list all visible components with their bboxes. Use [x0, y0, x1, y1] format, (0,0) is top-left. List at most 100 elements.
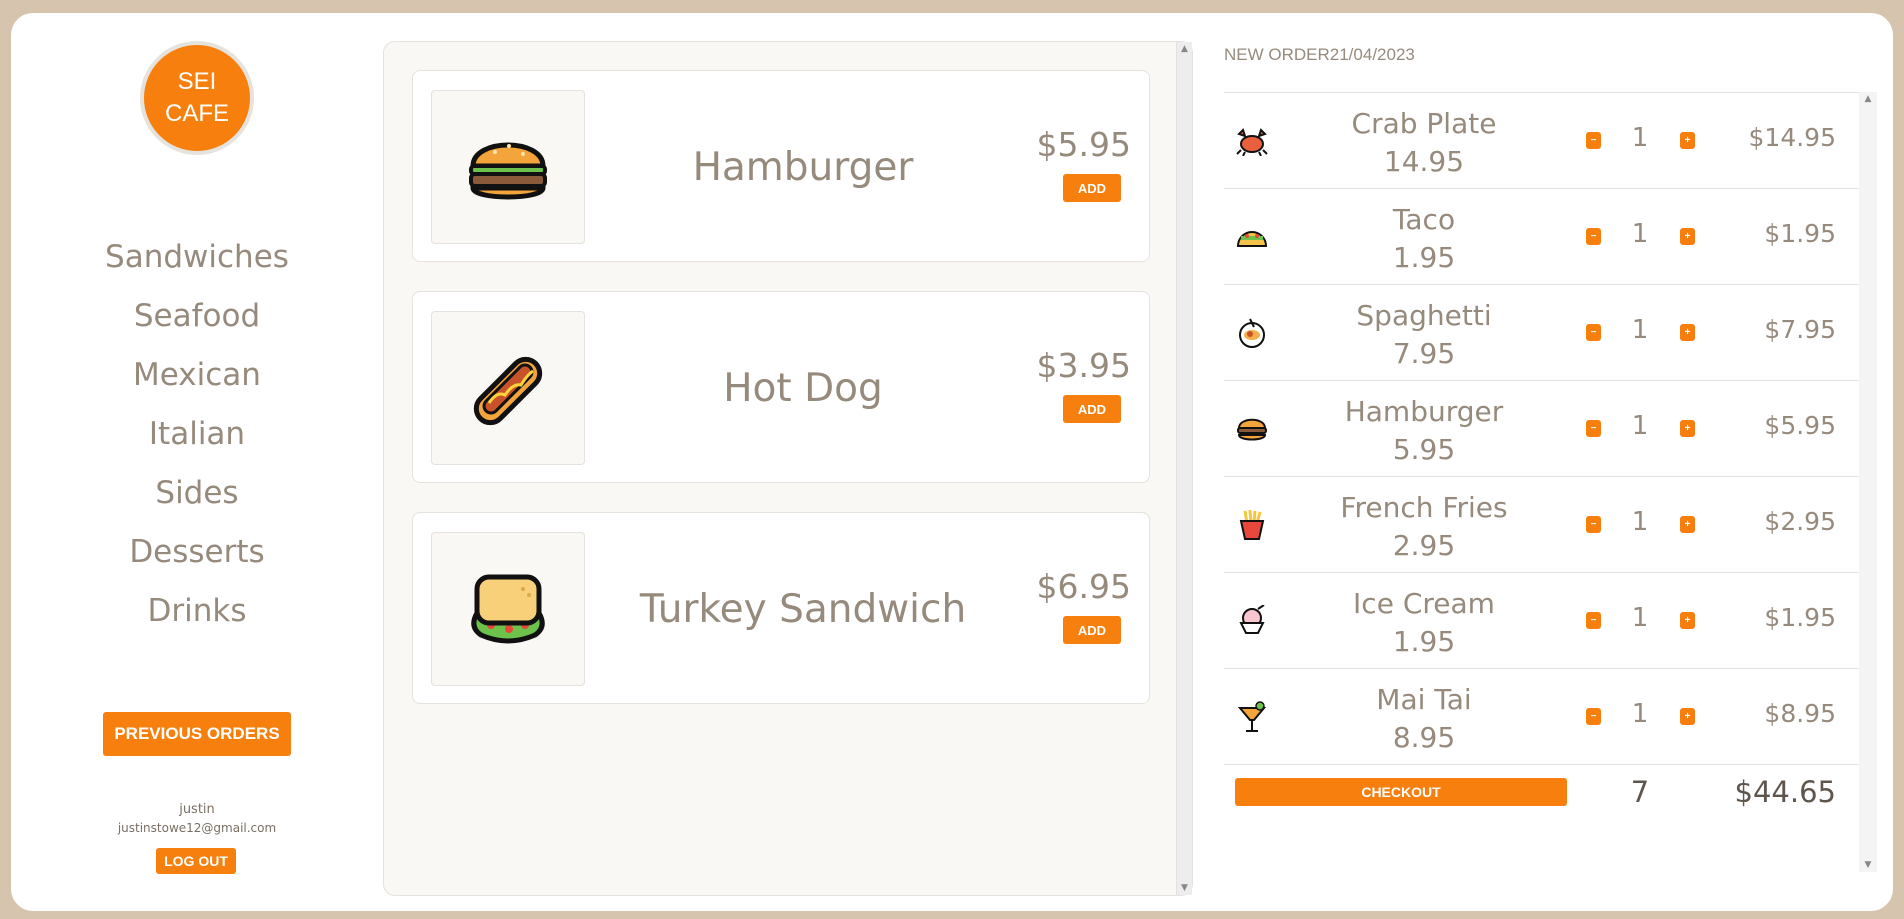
category-italian[interactable]: Italian: [71, 404, 323, 463]
order-item-name: Hamburger: [1344, 395, 1504, 428]
hamburger-icon: [469, 142, 547, 200]
order-item-unit-price: 7.95: [1392, 337, 1456, 370]
order-line-item: French Fries 2.95 − 1 + $2.95: [1224, 477, 1859, 573]
add-turkey-sandwich-button[interactable]: ADD: [1063, 616, 1121, 644]
menu-item-name: Hot Dog: [723, 365, 883, 411]
increase-qty-button[interactable]: +: [1680, 324, 1695, 341]
checkout-button[interactable]: CHECKOUT: [1235, 778, 1567, 806]
category-sides[interactable]: Sides: [71, 463, 323, 522]
menu-scroll-thumb[interactable]: [1179, 58, 1190, 878]
menu-panel: Hamburger $5.95 ADD Hot Dog $3.95 ADD Tu…: [383, 41, 1193, 896]
order-list: Crab Plate 14.95 − 1 + $14.95 Taco 1.95 …: [1224, 92, 1859, 872]
decrease-qty-button[interactable]: −: [1586, 420, 1601, 437]
order-line-item: Ice Cream 1.95 − 1 + $1.95: [1224, 573, 1859, 669]
crab-icon: [1234, 123, 1270, 159]
order-line-item: Spaghetti 7.95 − 1 + $7.95: [1224, 285, 1859, 381]
logout-button[interactable]: LOG OUT: [156, 848, 236, 874]
category-nav: Sandwiches Seafood Mexican Italian Sides…: [71, 227, 323, 640]
user-name: justin: [179, 802, 215, 817]
menu-item-card: Turkey Sandwich $6.95 ADD: [412, 512, 1150, 704]
order-line-item: Taco 1.95 − 1 + $1.95: [1224, 189, 1859, 285]
scroll-up-icon[interactable]: ▲: [1859, 94, 1877, 104]
menu-scrollbar[interactable]: ▲ ▼: [1176, 42, 1192, 895]
category-seafood[interactable]: Seafood: [71, 286, 323, 345]
scroll-down-icon[interactable]: ▼: [1177, 883, 1192, 893]
order-item-qty: 1: [1631, 507, 1649, 537]
decrease-qty-button[interactable]: −: [1586, 132, 1601, 149]
order-item-unit-price: 1.95: [1392, 625, 1456, 658]
increase-qty-button[interactable]: +: [1680, 612, 1695, 629]
menu-item-image: [431, 311, 585, 465]
order-item-total: $8.95: [1764, 699, 1836, 728]
order-item-unit-price: 2.95: [1392, 529, 1456, 562]
logo-line-2: CAFE: [164, 100, 229, 127]
order-item-unit-price: 5.95: [1392, 433, 1456, 466]
cafe-logo: SEI CAFE: [140, 41, 254, 155]
menu-item-price: $6.95: [1036, 567, 1131, 606]
menu-item-card: Hot Dog $3.95 ADD: [412, 291, 1150, 483]
order-line-item: Mai Tai 8.95 − 1 + $8.95: [1224, 669, 1859, 765]
scroll-up-icon[interactable]: ▲: [1177, 44, 1192, 54]
user-email: justinstowe12@gmail.com: [117, 821, 277, 835]
order-item-unit-price: 8.95: [1392, 721, 1456, 754]
order-item-name: Mai Tai: [1376, 683, 1472, 716]
add-hamburger-button[interactable]: ADD: [1063, 174, 1121, 202]
increase-qty-button[interactable]: +: [1680, 516, 1695, 533]
sandwich-icon: [471, 574, 545, 644]
order-item-name: Crab Plate: [1351, 107, 1497, 140]
order-item-total: $1.95: [1764, 603, 1836, 632]
menu-item-price: $3.95: [1036, 346, 1131, 385]
increase-qty-button[interactable]: +: [1680, 708, 1695, 725]
order-item-total: $14.95: [1748, 123, 1836, 152]
spaghetti-icon: [1234, 315, 1270, 351]
menu-item-price: $5.95: [1036, 125, 1131, 164]
increase-qty-button[interactable]: +: [1680, 228, 1695, 245]
increase-qty-button[interactable]: +: [1680, 132, 1695, 149]
increase-qty-button[interactable]: +: [1680, 420, 1695, 437]
order-total-price: $44.65: [1734, 775, 1836, 809]
order-item-qty: 1: [1631, 603, 1649, 633]
ice-cream-icon: [1234, 603, 1270, 639]
category-desserts[interactable]: Desserts: [71, 522, 323, 581]
order-item-qty: 1: [1631, 411, 1649, 441]
order-line-item: Hamburger 5.95 − 1 + $5.95: [1224, 381, 1859, 477]
order-item-unit-price: 1.95: [1392, 241, 1456, 274]
menu-item-card: Hamburger $5.95 ADD: [412, 70, 1150, 262]
add-hotdog-button[interactable]: ADD: [1063, 395, 1121, 423]
order-total-qty: 7: [1630, 775, 1650, 809]
menu-item-image: [431, 532, 585, 686]
order-item-name: Ice Cream: [1353, 587, 1495, 620]
menu-item-name: Hamburger: [692, 144, 914, 190]
taco-icon: [1234, 219, 1270, 255]
order-item-unit-price: 14.95: [1383, 145, 1465, 178]
order-item-qty: 1: [1631, 699, 1649, 729]
decrease-qty-button[interactable]: −: [1586, 324, 1601, 341]
category-sandwiches[interactable]: Sandwiches: [71, 227, 323, 286]
app-window: SEI CAFE Sandwiches Seafood Mexican Ital…: [11, 13, 1893, 911]
order-scrollbar[interactable]: ▲ ▼: [1859, 92, 1877, 872]
order-item-name: Taco: [1392, 203, 1456, 236]
order-line-item: Crab Plate 14.95 − 1 + $14.95: [1224, 93, 1859, 189]
order-item-total: $2.95: [1764, 507, 1836, 536]
decrease-qty-button[interactable]: −: [1586, 708, 1601, 725]
hamburger-icon: [1234, 411, 1270, 447]
order-item-total: $5.95: [1764, 411, 1836, 440]
order-item-name: Spaghetti: [1356, 299, 1492, 332]
order-item-qty: 1: [1631, 123, 1649, 153]
order-item-qty: 1: [1631, 315, 1649, 345]
decrease-qty-button[interactable]: −: [1586, 228, 1601, 245]
previous-orders-button[interactable]: PREVIOUS ORDERS: [103, 712, 291, 756]
order-summary-row: CHECKOUT 7 $44.65: [1224, 765, 1859, 825]
fries-icon: [1234, 507, 1270, 543]
menu-item-image: [431, 90, 585, 244]
category-mexican[interactable]: Mexican: [71, 345, 323, 404]
order-item-name: French Fries: [1340, 491, 1508, 524]
decrease-qty-button[interactable]: −: [1586, 612, 1601, 629]
cocktail-icon: [1234, 699, 1270, 735]
scroll-down-icon[interactable]: ▼: [1859, 860, 1877, 870]
order-title: NEW ORDER21/04/2023: [1224, 45, 1415, 64]
menu-item-name: Turkey Sandwich: [639, 586, 967, 632]
logo-line-1: SEI: [177, 68, 217, 95]
decrease-qty-button[interactable]: −: [1586, 516, 1601, 533]
category-drinks[interactable]: Drinks: [71, 581, 323, 640]
